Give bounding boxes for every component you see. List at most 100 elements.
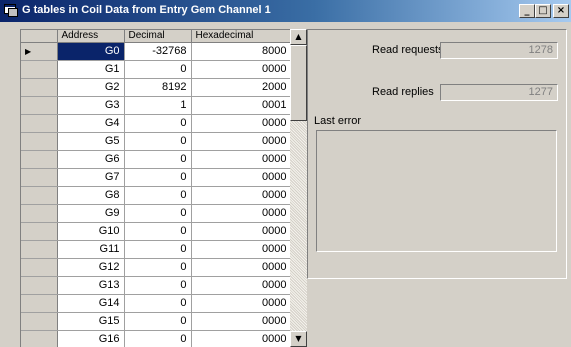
- scroll-down-button[interactable]: ▼: [290, 331, 307, 347]
- hexadecimal-cell[interactable]: 0000: [191, 60, 291, 79]
- table-row[interactable]: ▶ G0 -32768 8000: [21, 42, 291, 61]
- address-cell[interactable]: G6: [57, 150, 125, 169]
- address-cell[interactable]: G12: [57, 258, 125, 277]
- address-cell[interactable]: G13: [57, 276, 125, 295]
- table-row[interactable]: G15 0 0000: [21, 312, 291, 331]
- decimal-cell[interactable]: 0: [124, 312, 192, 331]
- row-header-cell[interactable]: [21, 276, 58, 295]
- row-header-cell[interactable]: [21, 258, 58, 277]
- current-row-marker-icon: ▶: [25, 46, 32, 56]
- hexadecimal-cell[interactable]: 0000: [191, 330, 291, 347]
- statistics-panel: Read requests 1278 Read replies 1277 Las…: [307, 29, 567, 279]
- decimal-cell[interactable]: 0: [124, 330, 192, 347]
- table-row[interactable]: G13 0 0000: [21, 276, 291, 295]
- hexadecimal-cell[interactable]: 8000: [191, 42, 291, 61]
- address-cell[interactable]: G14: [57, 294, 125, 313]
- table-row[interactable]: G10 0 0000: [21, 222, 291, 241]
- table-row[interactable]: G2 8192 2000: [21, 78, 291, 97]
- row-header-cell[interactable]: [21, 96, 58, 115]
- scroll-up-button[interactable]: ▲: [290, 29, 307, 45]
- hexadecimal-cell[interactable]: 0000: [191, 168, 291, 187]
- row-header-cell[interactable]: [21, 60, 58, 79]
- hexadecimal-cell[interactable]: 0000: [191, 114, 291, 133]
- row-header-cell[interactable]: [21, 132, 58, 151]
- hexadecimal-cell[interactable]: 0000: [191, 222, 291, 241]
- table-row[interactable]: G5 0 0000: [21, 132, 291, 151]
- address-cell[interactable]: G9: [57, 204, 125, 223]
- hexadecimal-cell[interactable]: 0000: [191, 186, 291, 205]
- hexadecimal-cell[interactable]: 0000: [191, 240, 291, 259]
- address-cell[interactable]: G5: [57, 132, 125, 151]
- table-row[interactable]: G7 0 0000: [21, 168, 291, 187]
- hexadecimal-cell[interactable]: 0000: [191, 132, 291, 151]
- row-header-cell[interactable]: [21, 222, 58, 241]
- address-cell[interactable]: G3: [57, 96, 125, 115]
- row-header-cell[interactable]: [21, 150, 58, 169]
- decimal-cell[interactable]: 0: [124, 60, 192, 79]
- decimal-cell[interactable]: 0: [124, 240, 192, 259]
- row-header-cell[interactable]: [21, 114, 58, 133]
- table-row[interactable]: G11 0 0000: [21, 240, 291, 259]
- table-row[interactable]: G3 1 0001: [21, 96, 291, 115]
- hexadecimal-cell[interactable]: 0000: [191, 312, 291, 331]
- column-header-hexadecimal[interactable]: Hexadecimal: [191, 30, 291, 43]
- table-row[interactable]: G9 0 0000: [21, 204, 291, 223]
- row-header-cell[interactable]: [21, 78, 58, 97]
- address-cell[interactable]: G1: [57, 60, 125, 79]
- close-button[interactable]: ×: [553, 4, 569, 18]
- minimize-button[interactable]: _: [519, 4, 535, 18]
- address-cell[interactable]: G2: [57, 78, 125, 97]
- decimal-cell[interactable]: 0: [124, 294, 192, 313]
- decimal-cell[interactable]: 0: [124, 276, 192, 295]
- scroll-thumb[interactable]: [290, 45, 307, 121]
- table-row[interactable]: G14 0 0000: [21, 294, 291, 313]
- grid-vertical-scrollbar[interactable]: ▲ ▼: [290, 29, 307, 347]
- hexadecimal-cell[interactable]: 0000: [191, 294, 291, 313]
- decimal-cell[interactable]: 0: [124, 222, 192, 241]
- row-header-cell[interactable]: [21, 168, 58, 187]
- decimal-cell[interactable]: 0: [124, 114, 192, 133]
- address-cell[interactable]: G15: [57, 312, 125, 331]
- address-cell[interactable]: G8: [57, 186, 125, 205]
- table-row[interactable]: G1 0 0000: [21, 60, 291, 79]
- address-cell[interactable]: G10: [57, 222, 125, 241]
- decimal-cell[interactable]: 0: [124, 186, 192, 205]
- row-header-cell[interactable]: [21, 330, 58, 347]
- table-row[interactable]: G8 0 0000: [21, 186, 291, 205]
- row-header-cell[interactable]: [21, 312, 58, 331]
- address-cell[interactable]: G7: [57, 168, 125, 187]
- address-cell[interactable]: G0: [57, 42, 125, 61]
- address-cell[interactable]: G4: [57, 114, 125, 133]
- maximize-button[interactable]: □: [535, 4, 551, 18]
- row-header-cell[interactable]: [21, 204, 58, 223]
- g-table-grid[interactable]: Address Decimal Hexadecimal ▶ G0 -32768 800…: [20, 29, 291, 347]
- hexadecimal-cell[interactable]: 0000: [191, 258, 291, 277]
- row-header-cell[interactable]: [21, 186, 58, 205]
- row-header-cell[interactable]: [21, 240, 58, 259]
- hexadecimal-cell[interactable]: 0000: [191, 204, 291, 223]
- column-header-address[interactable]: Address: [57, 30, 125, 43]
- hexadecimal-cell[interactable]: 0001: [191, 96, 291, 115]
- address-cell[interactable]: G16: [57, 330, 125, 347]
- table-row[interactable]: G12 0 0000: [21, 258, 291, 277]
- decimal-cell[interactable]: 1: [124, 96, 192, 115]
- decimal-cell[interactable]: 8192: [124, 78, 192, 97]
- decimal-cell[interactable]: 0: [124, 258, 192, 277]
- hexadecimal-cell[interactable]: 0000: [191, 150, 291, 169]
- decimal-cell[interactable]: -32768: [124, 42, 192, 61]
- hexadecimal-cell[interactable]: 0000: [191, 276, 291, 295]
- table-row[interactable]: G16 0 0000: [21, 330, 291, 347]
- table-row[interactable]: G4 0 0000: [21, 114, 291, 133]
- address-cell[interactable]: G11: [57, 240, 125, 259]
- title-bar[interactable]: G tables in Coil Data from Entry Gem Cha…: [0, 0, 571, 22]
- decimal-cell[interactable]: 0: [124, 204, 192, 223]
- table-row[interactable]: G6 0 0000: [21, 150, 291, 169]
- column-header-decimal[interactable]: Decimal: [124, 30, 192, 43]
- decimal-cell[interactable]: 0: [124, 168, 192, 187]
- window-title: G tables in Coil Data from Entry Gem Cha…: [22, 4, 271, 16]
- decimal-cell[interactable]: 0: [124, 132, 192, 151]
- hexadecimal-cell[interactable]: 2000: [191, 78, 291, 97]
- row-header-cell[interactable]: [21, 294, 58, 313]
- row-header-cell[interactable]: ▶: [21, 42, 58, 61]
- decimal-cell[interactable]: 0: [124, 150, 192, 169]
